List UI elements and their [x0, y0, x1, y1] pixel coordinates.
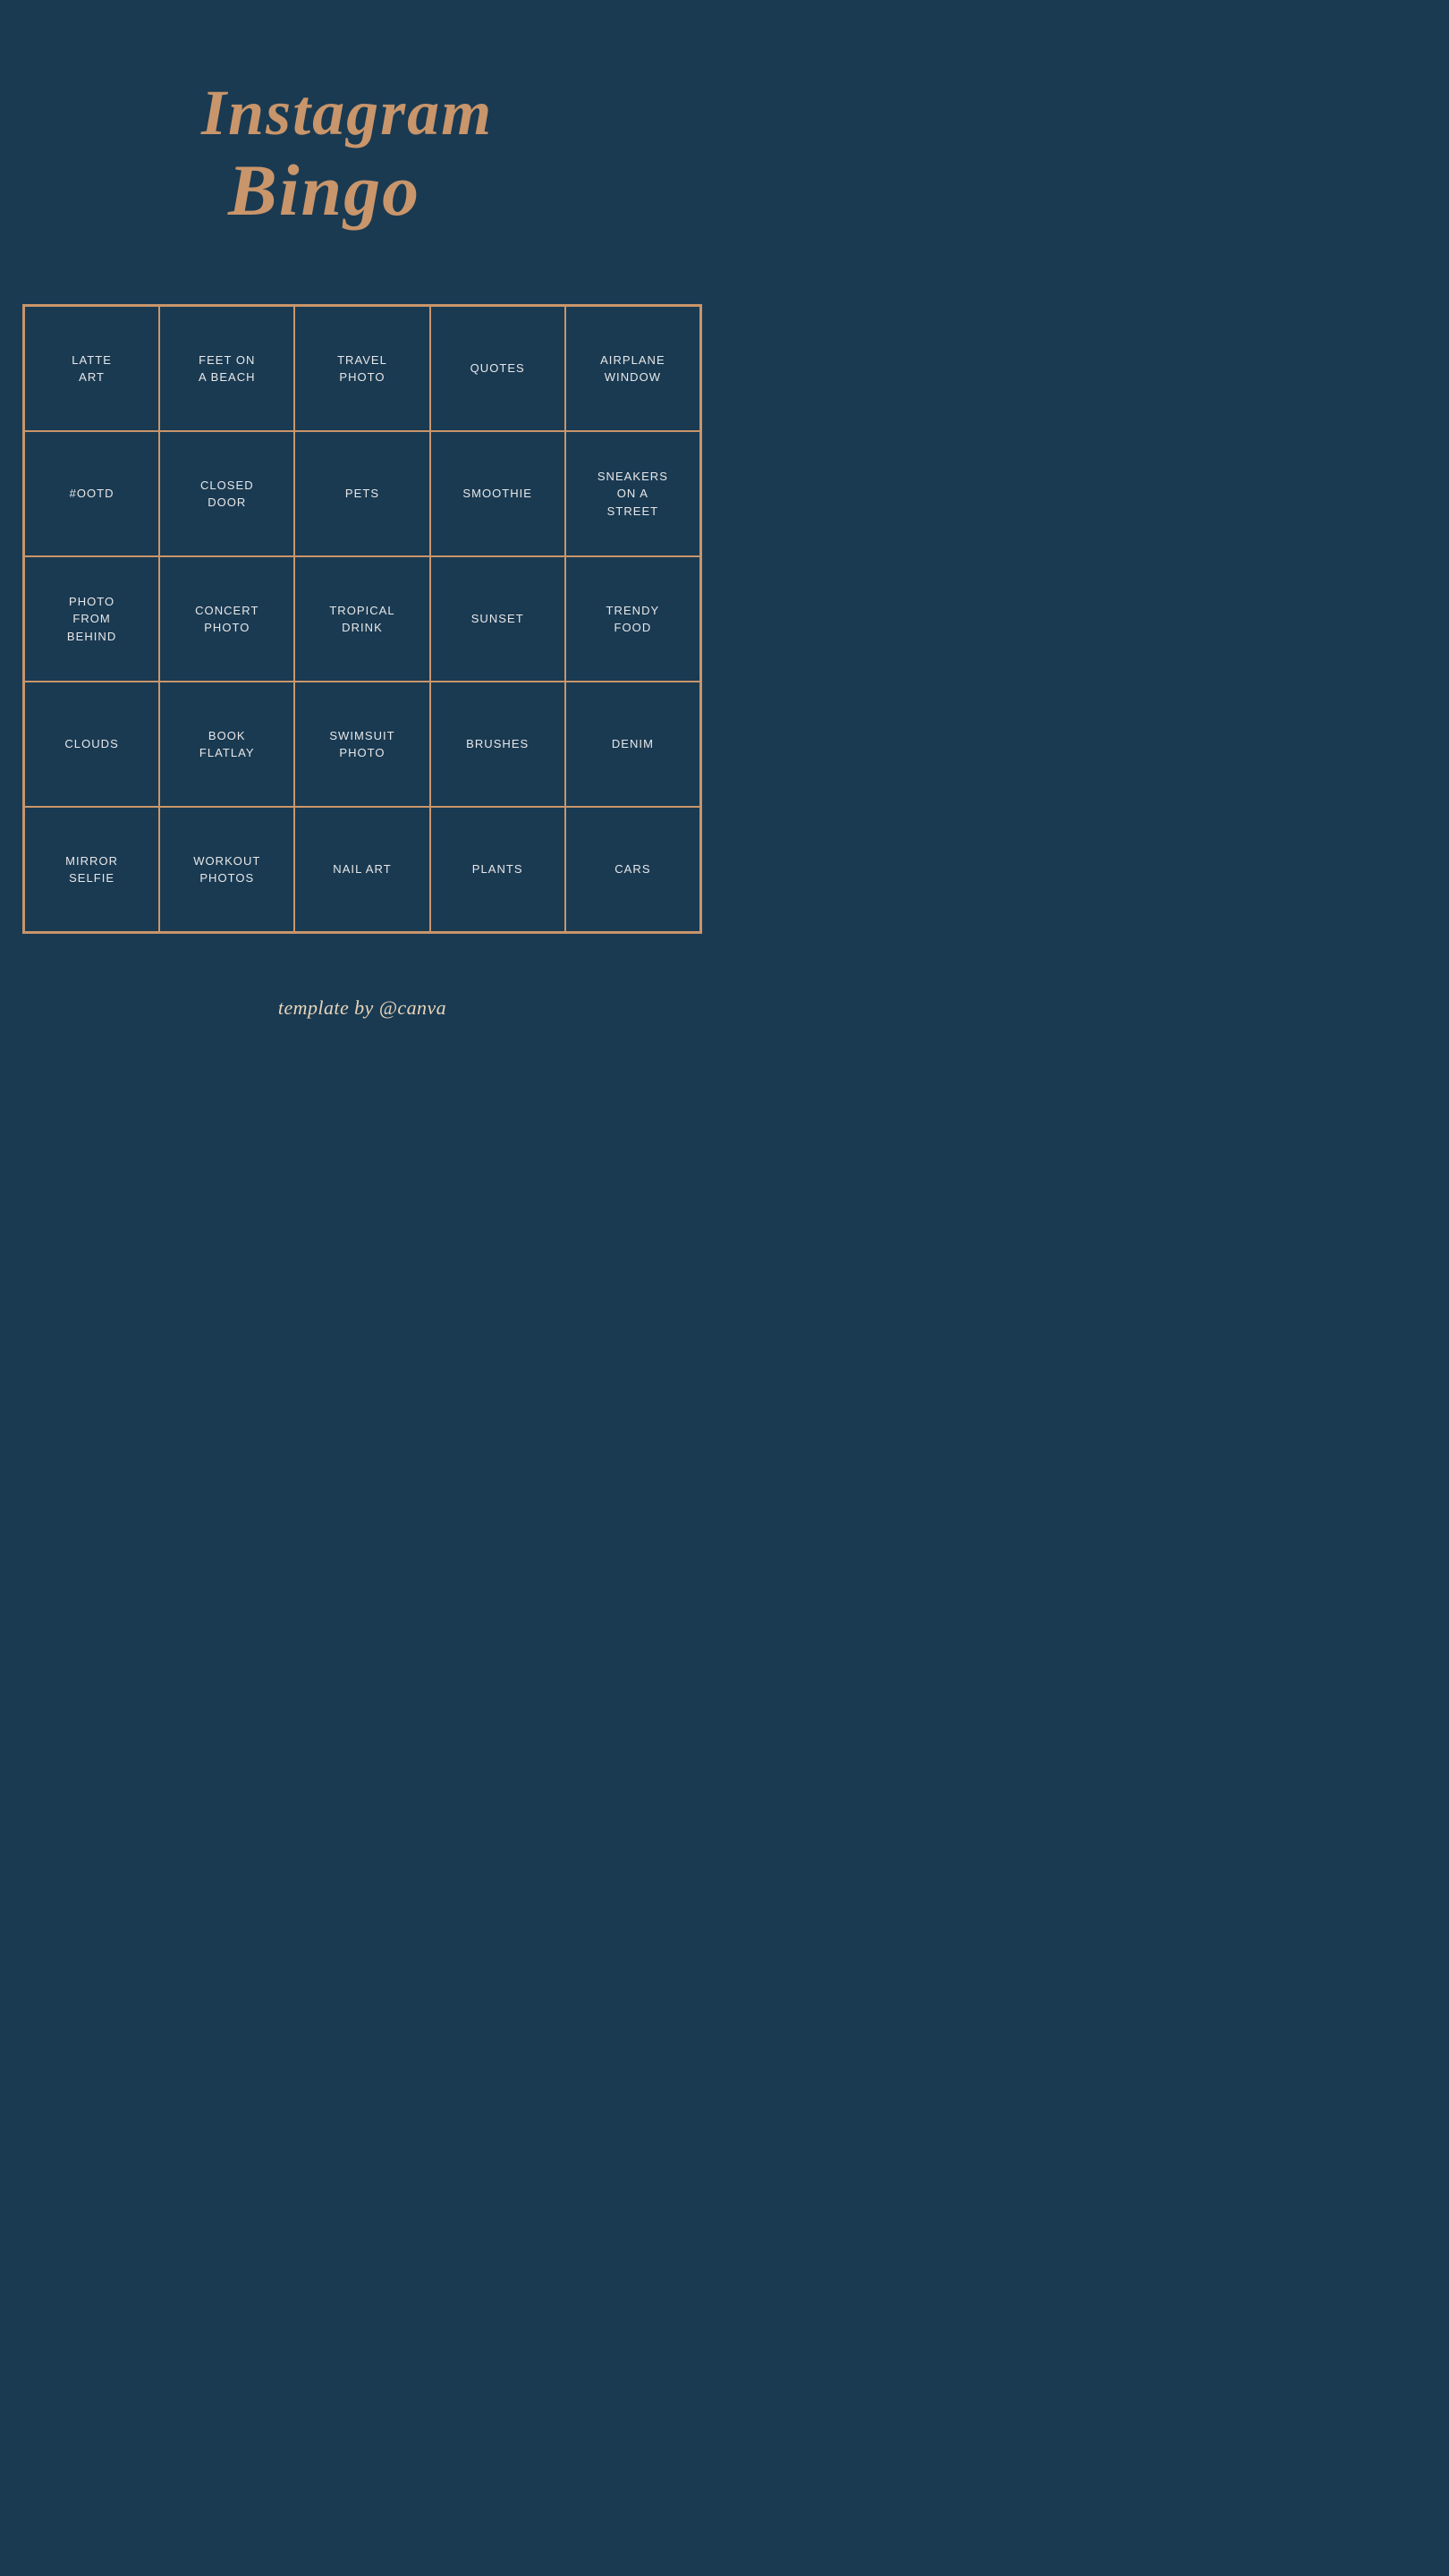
- bingo-cell-label: QUOTES: [470, 360, 525, 377]
- footer-text: template by @canva: [278, 996, 446, 1020]
- bingo-cell-label: AIRPLANEWINDOW: [600, 352, 665, 386]
- bingo-cell: BRUSHES: [430, 682, 565, 807]
- bingo-cell: PLANTS: [430, 807, 565, 932]
- bingo-cell-label: PHOTOFROMBEHIND: [67, 593, 116, 646]
- bingo-cell-label: CLOUDS: [64, 735, 118, 753]
- bingo-cell: TRENDYFOOD: [565, 556, 700, 682]
- bingo-cell-label: #OOTD: [70, 485, 114, 503]
- bingo-cell: CLOSEDDOOR: [159, 431, 294, 556]
- bingo-cell-label: BOOKFLATLAY: [199, 727, 255, 762]
- bingo-cell-label: CLOSEDDOOR: [200, 477, 254, 512]
- bingo-cell: CARS: [565, 807, 700, 932]
- bingo-cell: DENIM: [565, 682, 700, 807]
- bingo-cell: WORKOUTPHOTOS: [159, 807, 294, 932]
- bingo-cell-label: SUNSET: [471, 610, 524, 628]
- bingo-cell: CLOUDS: [24, 682, 159, 807]
- bingo-cell: MIRRORSELFIE: [24, 807, 159, 932]
- bingo-cell-label: LATTEART: [72, 352, 112, 386]
- svg-text:Instagram: Instagram: [200, 77, 493, 148]
- bingo-cell-label: TROPICALDRINK: [329, 602, 394, 637]
- bingo-cell: TRAVELPHOTO: [294, 306, 429, 431]
- bingo-cell: PHOTOFROMBEHIND: [24, 556, 159, 682]
- bingo-cell-label: SMOOTHIE: [462, 485, 532, 503]
- bingo-cell-label: PETS: [345, 485, 379, 503]
- bingo-cell-label: MIRRORSELFIE: [65, 852, 118, 887]
- bingo-cell-label: WORKOUTPHOTOS: [193, 852, 260, 887]
- bingo-cell: AIRPLANEWINDOW: [565, 306, 700, 431]
- bingo-cell-label: SWIMSUITPHOTO: [329, 727, 394, 762]
- bingo-cell: QUOTES: [430, 306, 565, 431]
- title-svg: Instagram Bingo: [174, 54, 550, 250]
- header: Instagram Bingo: [0, 0, 724, 286]
- bingo-cell: LATTEART: [24, 306, 159, 431]
- bingo-cell: #OOTD: [24, 431, 159, 556]
- footer: template by @canva: [0, 970, 724, 1073]
- bingo-cell-label: DENIM: [612, 735, 654, 753]
- bingo-grid: LATTEART FEET ONA BEACH TRAVELPHOTO QUOTES A…: [22, 304, 702, 934]
- bingo-cell-label: CARS: [614, 860, 650, 878]
- bingo-cell: NAIL ART: [294, 807, 429, 932]
- bingo-cell-label: TRAVELPHOTO: [337, 352, 387, 386]
- bingo-cell: TROPICALDRINK: [294, 556, 429, 682]
- bingo-cell: BOOKFLATLAY: [159, 682, 294, 807]
- bingo-cell-label: TRENDYFOOD: [606, 602, 660, 637]
- bingo-cell-label: PLANTS: [472, 860, 523, 878]
- svg-text:Bingo: Bingo: [227, 149, 420, 231]
- bingo-cell-label: BRUSHES: [466, 735, 529, 753]
- bingo-cell-label: NAIL ART: [333, 860, 391, 878]
- bingo-cell: FEET ONA BEACH: [159, 306, 294, 431]
- bingo-cell-label: FEET ONA BEACH: [199, 352, 256, 386]
- bingo-cell: CONCERTPHOTO: [159, 556, 294, 682]
- bingo-grid-container: LATTEART FEET ONA BEACH TRAVELPHOTO QUOTES A…: [22, 304, 702, 934]
- bingo-cell: SMOOTHIE: [430, 431, 565, 556]
- bingo-cell-label: SNEAKERSON ASTREET: [597, 468, 668, 521]
- bingo-cell: SNEAKERSON ASTREET: [565, 431, 700, 556]
- bingo-cell: PETS: [294, 431, 429, 556]
- bingo-cell: SUNSET: [430, 556, 565, 682]
- bingo-cell-label: CONCERTPHOTO: [195, 602, 258, 637]
- bingo-cell: SWIMSUITPHOTO: [294, 682, 429, 807]
